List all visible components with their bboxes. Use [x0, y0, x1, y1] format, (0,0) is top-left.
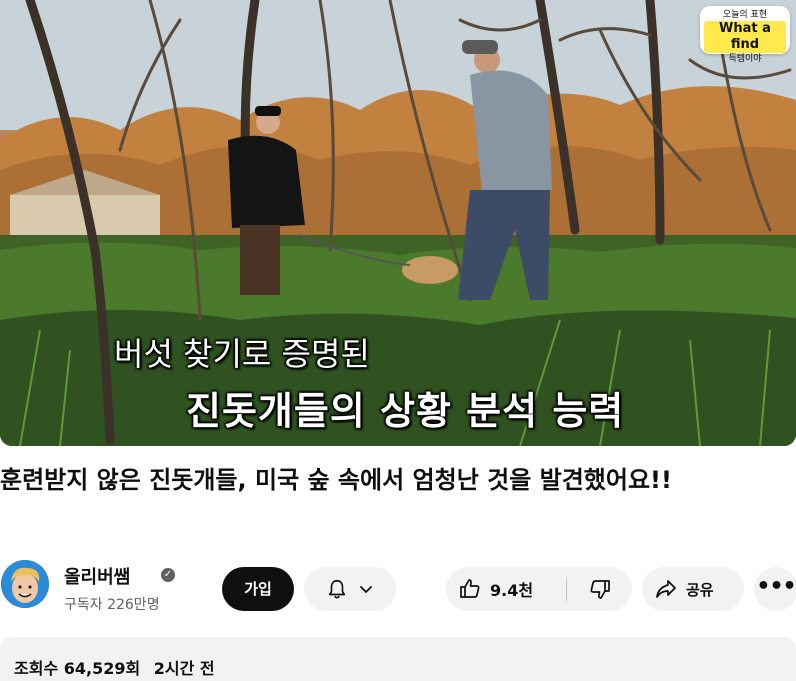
- more-actions-button[interactable]: •••: [754, 567, 796, 611]
- upload-time: 2시간 전: [153, 659, 215, 678]
- notification-bell-button[interactable]: [304, 567, 396, 611]
- dislike-button[interactable]: [568, 567, 632, 611]
- thumbs-down-icon: [590, 580, 610, 599]
- description-box[interactable]: 조회수 64,529회 2시간 전: [0, 637, 796, 681]
- share-label: 공유: [686, 580, 714, 599]
- share-button[interactable]: 공유: [642, 567, 744, 611]
- verified-check-icon: ✓: [161, 568, 175, 582]
- video-title: 훈련받지 않은 진돗개들, 미국 숲 속에서 엄청난 것을 발견했어요!!: [0, 466, 672, 494]
- thumbs-up-icon: [460, 579, 480, 598]
- video-caption-line-1: 버섯 찾기로 증명된: [114, 335, 370, 373]
- video-caption-line-2: 진돗개들의 상황 분석 능력: [186, 389, 625, 433]
- video-player[interactable]: 오늘의 표현 What a find 득템이야 버섯 찾기로 증명된 진돗개들의…: [0, 0, 796, 446]
- badge-line-1: 오늘의 표현: [722, 10, 768, 20]
- expression-badge: 오늘의 표현 What a find 득템이야: [700, 6, 790, 64]
- like-button[interactable]: 9.4천: [446, 567, 566, 611]
- description-meta: 조회수 64,529회 2시간 전: [14, 655, 215, 679]
- view-count: 조회수 64,529회: [14, 659, 141, 678]
- badge-line-2: What a find: [704, 21, 786, 53]
- avatar-image: [1, 560, 49, 608]
- join-button[interactable]: 가입: [222, 567, 294, 611]
- chevron-down-icon: [360, 586, 372, 593]
- badge-line-3: 득템이야: [728, 54, 762, 64]
- channel-avatar[interactable]: [1, 560, 49, 608]
- channel-name[interactable]: 올리버쌤: [64, 563, 130, 589]
- subscriber-count: 구독자 226만명: [64, 597, 160, 613]
- like-count: 9.4천: [490, 581, 534, 600]
- share-arrow-icon: [656, 580, 676, 598]
- like-divider: [566, 577, 567, 601]
- bell-icon: [328, 579, 346, 599]
- like-dislike-group: 9.4천: [446, 567, 632, 611]
